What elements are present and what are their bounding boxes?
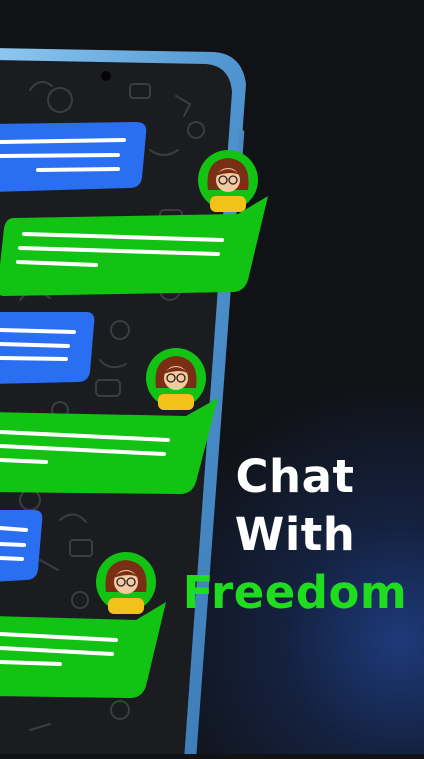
headline-line-2: With xyxy=(234,508,356,561)
incoming-message-bubble xyxy=(0,312,95,384)
incoming-message-bubble xyxy=(0,510,43,582)
headline: Chat With Freedom xyxy=(180,448,410,622)
front-camera-icon xyxy=(101,71,111,81)
phone-illustration xyxy=(0,48,268,759)
incoming-message-bubble xyxy=(0,122,147,192)
headline-line-1: Chat xyxy=(235,450,355,503)
promo-stage: Chat With Freedom xyxy=(0,0,424,759)
headline-line-3: Freedom xyxy=(182,566,408,619)
